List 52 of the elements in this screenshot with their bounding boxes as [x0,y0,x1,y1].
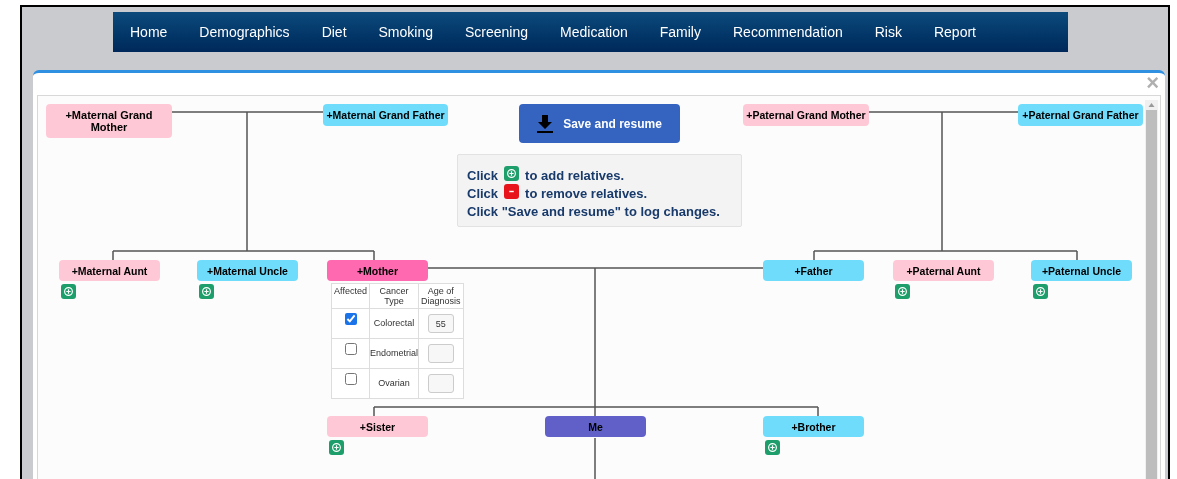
relative-node[interactable]: +Father [763,260,864,281]
affected-checkbox[interactable] [344,313,357,325]
affected-checkbox[interactable] [344,343,357,355]
relative-node[interactable]: +Sister [327,416,428,437]
table-cell: Endometrial [369,338,419,369]
relative-node[interactable]: +Maternal Uncle [197,260,298,281]
relative-node[interactable]: +Maternal Grand Father [323,104,448,126]
column-header: Cancer Type [369,283,419,309]
nav-link[interactable]: Recommendation [733,21,843,43]
add-relative-button[interactable] [895,284,910,299]
save-and-resume-button[interactable]: Save and resume [519,104,680,143]
add-icon [504,165,520,181]
nav-link[interactable]: Family [659,21,701,43]
nav-link[interactable]: Demographics [199,21,290,43]
relative-node[interactable]: +Brother [763,416,864,437]
download-icon [537,114,554,133]
add-relative-button[interactable] [199,284,214,299]
column-header: Age of Diagnosis [418,283,464,309]
table-cell: Colorectal [369,308,419,339]
relative-node[interactable]: +Paternal Grand Mother [743,104,869,126]
nav-link[interactable]: Screening [465,21,529,43]
relative-node[interactable]: +Paternal Uncle [1031,260,1132,281]
nav-link[interactable]: Diet [321,21,347,43]
connector-line [594,437,596,479]
relative-node[interactable]: +Maternal Grand Mother [46,104,172,138]
relative-node[interactable]: +Paternal Grand Father [1018,104,1143,126]
instruction-text: to remove relatives. [525,185,648,203]
add-relative-button[interactable] [329,440,344,455]
remove-icon [504,183,520,199]
add-relative-button[interactable] [765,440,780,455]
age-input[interactable] [427,344,454,363]
affected-checkbox[interactable] [344,373,357,385]
table-cell: Ovarian [369,368,419,399]
nav-link[interactable]: Risk [874,21,902,43]
relative-node[interactable]: +Mother [327,260,428,281]
instruction-text: Click [467,167,499,185]
nav-link[interactable]: Smoking [378,21,433,43]
relative-node[interactable]: Me [545,416,646,437]
instruction-text: Click [467,185,499,203]
age-input[interactable] [427,374,454,393]
age-input[interactable]: 55 [427,314,454,333]
relative-node[interactable]: +Maternal Aunt [59,260,160,281]
add-relative-button[interactable] [61,284,76,299]
scrollbar-thumb[interactable] [1146,110,1157,479]
instruction-text: Click "Save and resume" to log changes. [467,203,720,221]
relative-node[interactable]: +Paternal Aunt [893,260,994,281]
instruction-text: to add relatives. [525,167,625,185]
nav-link[interactable]: Home [130,21,168,43]
nav-link[interactable]: Report [933,21,976,43]
nav-link[interactable]: Medication [560,21,628,43]
add-relative-button[interactable] [1033,284,1048,299]
column-header: Affected [331,283,370,309]
